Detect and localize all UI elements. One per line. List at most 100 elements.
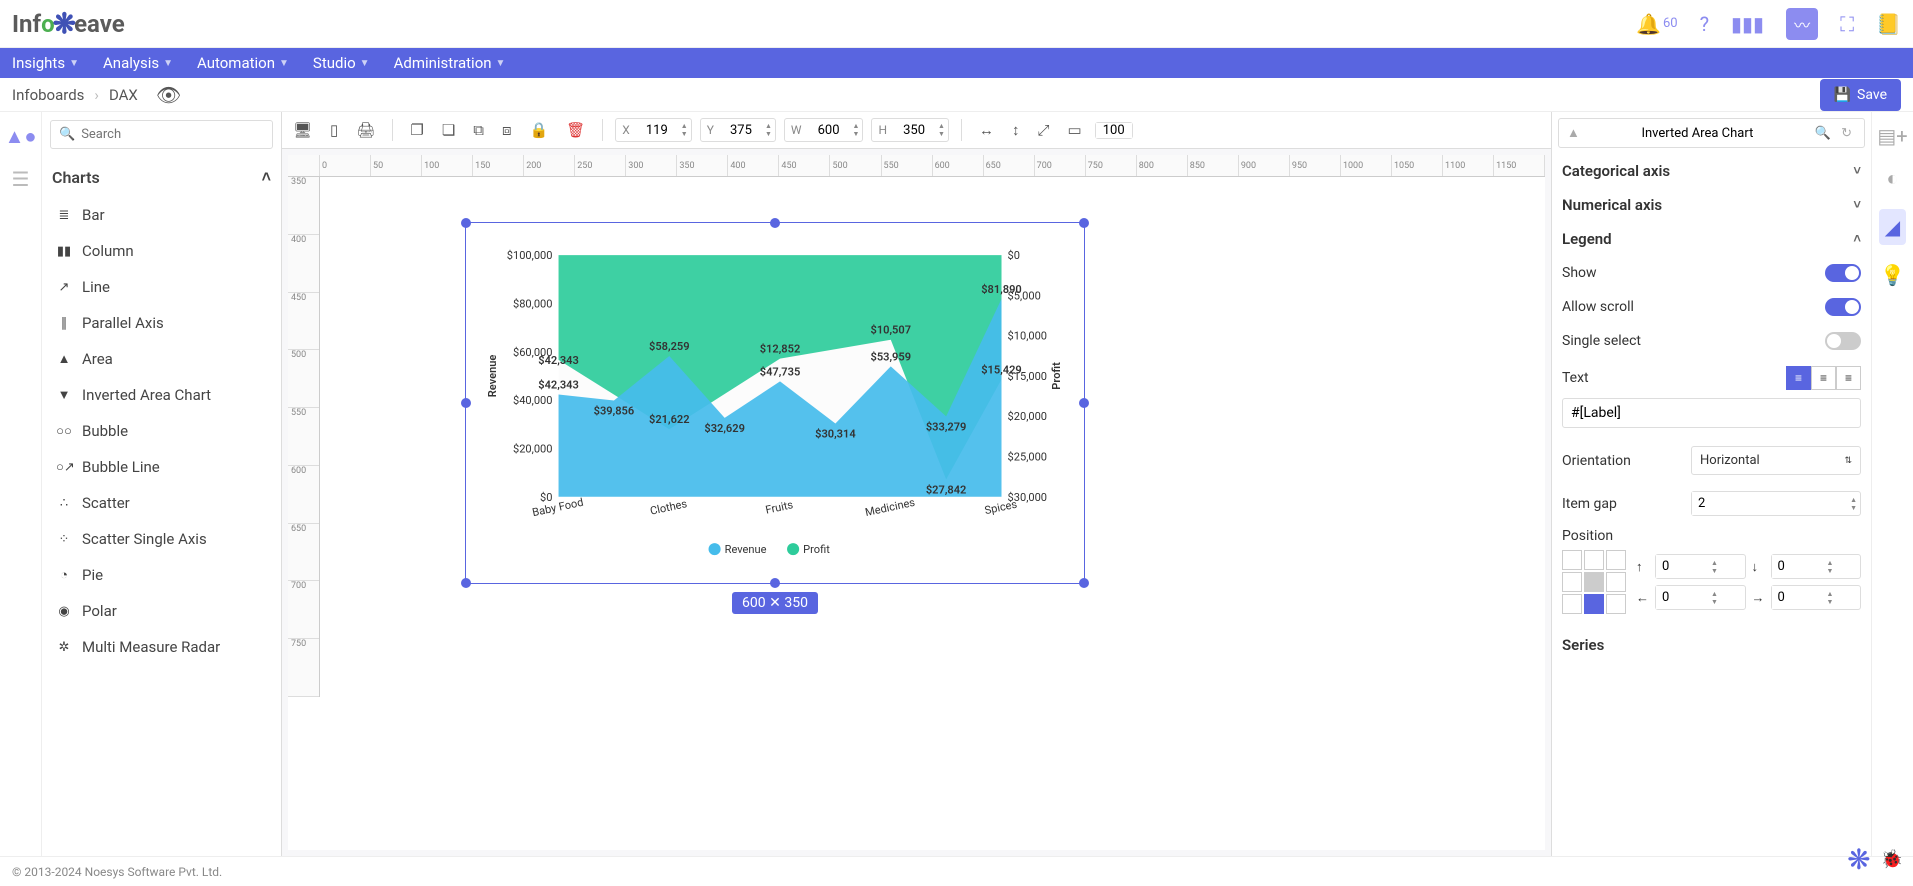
bell-icon[interactable]: 🔔60 (1636, 12, 1678, 36)
pos-top-input[interactable] (1656, 555, 1708, 578)
h-stepper[interactable]: ▲▼ (935, 121, 948, 139)
orientation-select[interactable]: Horizontal⇅ (1691, 446, 1861, 475)
position-grid[interactable] (1562, 550, 1626, 614)
menu-analysis[interactable]: Analysis▼ (103, 54, 173, 72)
w-input[interactable] (808, 123, 850, 138)
zoom-input[interactable] (1096, 123, 1132, 138)
menu-automation[interactable]: Automation▼ (197, 54, 289, 72)
h-input[interactable] (893, 123, 935, 138)
svg-text:$40,000: $40,000 (513, 394, 552, 407)
resize-handle-bm[interactable] (770, 578, 780, 588)
menu-administration[interactable]: Administration▼ (394, 54, 506, 72)
single-select-toggle[interactable] (1825, 332, 1861, 350)
style-icon[interactable]: ◢ (1879, 209, 1906, 245)
chart-type-icon: ◉ (56, 604, 72, 619)
help-icon[interactable]: ? (1700, 12, 1709, 36)
shapes-icon[interactable]: ▲● (5, 124, 37, 149)
preview-icon[interactable]: 👁 (156, 83, 181, 107)
resize-handle-ml[interactable] (461, 398, 471, 408)
svg-text:$25,000: $25,000 (1008, 451, 1047, 464)
align-right-button[interactable]: ≡ (1836, 366, 1861, 390)
section-legend[interactable]: Legend˄ (1558, 222, 1865, 256)
pos-right-input[interactable] (1772, 586, 1824, 609)
library-icon[interactable]: ▮▮▮ (1731, 12, 1764, 36)
note-icon[interactable]: 📒 (1876, 12, 1901, 36)
pos-left-input[interactable] (1656, 586, 1708, 609)
resize-handle-br[interactable] (1079, 578, 1089, 588)
align-center-button[interactable]: ≡ (1811, 366, 1836, 390)
refresh-icon[interactable]: ↻ (1837, 126, 1856, 141)
expand-icon[interactable]: ⤢ (1032, 118, 1054, 142)
chart-type-item[interactable]: ▲Area (42, 341, 281, 377)
legend-text-input[interactable] (1562, 398, 1861, 428)
fullscreen-icon[interactable]: ⛶ (1840, 12, 1854, 36)
chart-type-item[interactable]: ▮▮Column (42, 233, 281, 269)
delete-icon[interactable]: 🗑 (561, 118, 590, 142)
lock-icon[interactable]: 🔒 (525, 118, 554, 142)
align-h-icon[interactable]: ↔ (974, 118, 999, 142)
bulb-icon[interactable]: 💡 (1880, 263, 1905, 287)
chart-type-item[interactable]: ∴Scatter (42, 485, 281, 521)
layers-icon[interactable]: ☰ (12, 167, 30, 191)
desktop-icon[interactable]: 🖥 (288, 118, 317, 142)
resize-handle-tm[interactable] (770, 218, 780, 228)
chart-type-item[interactable]: ↗Line (42, 269, 281, 305)
chart-search[interactable]: 🔍 (50, 120, 273, 149)
allow-scroll-toggle[interactable] (1825, 298, 1861, 316)
copy-back-icon[interactable]: ❏ (437, 118, 460, 142)
show-toggle[interactable] (1825, 264, 1861, 282)
menu-studio[interactable]: Studio▼ (313, 54, 370, 72)
breadcrumb-current[interactable]: DAX (109, 86, 138, 104)
breadcrumb-root[interactable]: Infoboards (12, 86, 84, 104)
resize-handle-mr[interactable] (1079, 398, 1089, 408)
tablet-icon[interactable]: ▯ (325, 118, 343, 142)
w-stepper[interactable]: ▲▼ (850, 121, 863, 139)
y-stepper[interactable]: ▲▼ (762, 121, 775, 139)
x-input[interactable] (636, 123, 678, 138)
chart-type-item[interactable]: ◔Pie (42, 557, 281, 593)
canvas[interactable]: 050100150 200250300350 400450500550 6006… (288, 155, 1545, 850)
item-gap-input[interactable]: ▲▼ (1691, 491, 1861, 516)
brand-icon[interactable]: ❋ (1847, 843, 1870, 876)
copy-front-icon[interactable]: ❐ (405, 118, 428, 142)
size-indicator: 600 ✕ 350 (732, 592, 818, 614)
section-series[interactable]: Series (1558, 628, 1865, 662)
duplicate-icon[interactable]: ⧉ (468, 118, 489, 142)
section-categorical-axis[interactable]: Categorical axis˅ (1558, 154, 1865, 188)
pos-bottom-input[interactable] (1772, 555, 1824, 578)
chart-type-item[interactable]: ▼Inverted Area Chart (42, 377, 281, 413)
chart-type-item[interactable]: ○○Bubble (42, 413, 281, 449)
svg-text:$21,622: $21,622 (649, 413, 690, 426)
resize-handle-tr[interactable] (1079, 218, 1089, 228)
widget-type-search[interactable]: ▲ 🔍 ↻ (1558, 118, 1865, 148)
menu-insights[interactable]: Insights▼ (12, 54, 79, 72)
y-input[interactable] (720, 123, 762, 138)
chart-type-item[interactable]: ○↗Bubble Line (42, 449, 281, 485)
monitor-icon[interactable]: 〰 (1786, 8, 1818, 40)
resize-handle-bl[interactable] (461, 578, 471, 588)
gauge-icon[interactable]: ◐ (1886, 166, 1898, 191)
add-widget-icon[interactable]: ▤+ (1877, 124, 1907, 148)
chart-type-item[interactable]: ✲Multi Measure Radar (42, 629, 281, 665)
chart-type-item[interactable]: ∥Parallel Axis (42, 305, 281, 341)
bug-icon[interactable]: 🐞 (1881, 849, 1903, 870)
charts-section-header[interactable]: Charts˄ (42, 157, 281, 197)
align-v-icon[interactable]: ↕ (1007, 118, 1025, 142)
battery-icon[interactable]: ▭ (1063, 118, 1087, 142)
align-left-button[interactable]: ≡ (1786, 366, 1811, 390)
selected-widget[interactable]: $0$20,000$40,000$60,000$80,000$100,000$0… (465, 222, 1085, 614)
x-stepper[interactable]: ▲▼ (678, 121, 691, 139)
area-icon: ▲ (1567, 125, 1580, 141)
section-numerical-axis[interactable]: Numerical axis˅ (1558, 188, 1865, 222)
chart-type-item[interactable]: ⁘Scatter Single Axis (42, 521, 281, 557)
item-gap-stepper[interactable]: ▲▼ (1847, 495, 1860, 513)
chart-search-input[interactable] (81, 127, 264, 142)
widget-type-input[interactable] (1586, 126, 1809, 141)
print-icon[interactable]: 🖨 (351, 118, 380, 142)
search-icon[interactable]: 🔍 (1815, 126, 1831, 141)
chart-type-item[interactable]: ◉Polar (42, 593, 281, 629)
resize-handle-tl[interactable] (461, 218, 471, 228)
chart-type-item[interactable]: ≣Bar (42, 197, 281, 233)
save-button[interactable]: 💾 Save (1820, 79, 1901, 111)
group-icon[interactable]: ⧈ (497, 118, 517, 142)
